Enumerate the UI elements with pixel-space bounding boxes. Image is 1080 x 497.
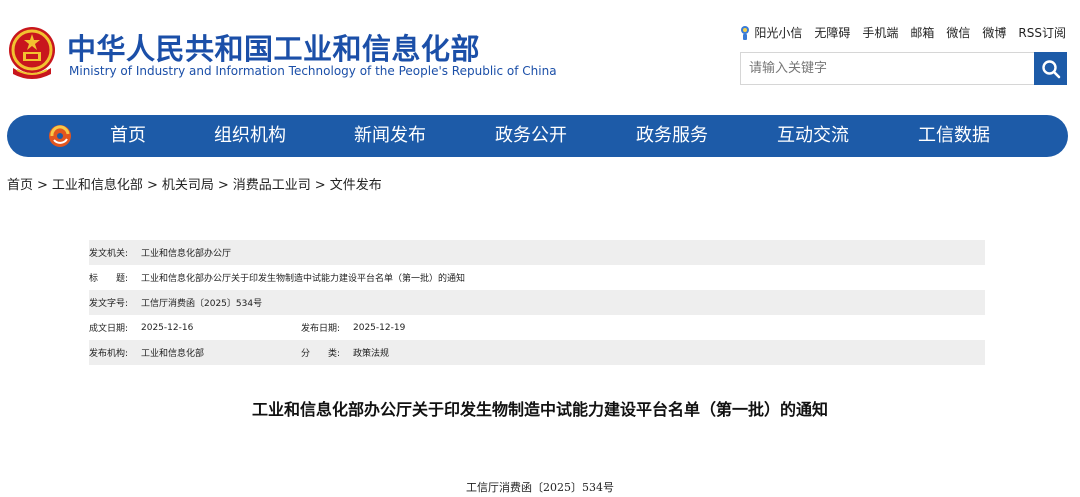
breadcrumb-consumer-goods[interactable]: 消费品工业司 (233, 178, 311, 193)
document-title: 工业和信息化部办公厅关于印发生物制造中试能力建设平台名单（第一批）的通知 (251, 400, 828, 419)
meta-label: 发文机关: (89, 249, 129, 259)
breadcrumb-separator: > (314, 178, 326, 193)
nav-item-interaction[interactable]: 互动交流 (777, 115, 849, 157)
top-link-accessibility[interactable]: 无障碍 (814, 24, 850, 41)
breadcrumb-separator: > (146, 178, 158, 193)
meta-label: 标 题: (89, 274, 129, 284)
mascot-icon (741, 25, 750, 40)
meta-row-issuer: 发文机关: 工业和信息化部办公厅 (89, 240, 985, 265)
meta-row-doc-no: 发文字号: 工信厅消费函〔2025〕534号 (89, 290, 985, 315)
search-input[interactable] (740, 52, 1034, 85)
nav-item-data[interactable]: 工信数据 (918, 115, 990, 157)
breadcrumb: 首页 > 工业和信息化部 > 机关司局 > 消费品工业司 > 文件发布 (7, 174, 382, 193)
breadcrumb-home[interactable]: 首页 (7, 178, 33, 193)
top-link-sunshine[interactable]: 阳光小信 (739, 24, 802, 41)
meta-value-doc-no: 工信厅消费函〔2025〕534号 (141, 299, 263, 309)
top-link-mail[interactable]: 邮箱 (910, 24, 934, 41)
breadcrumb-separator: > (217, 178, 229, 193)
document-meta: 发文机关: 工业和信息化部办公厅 标 题: 工业和信息化部办公厅关于印发生物制造… (89, 240, 985, 365)
meta-row-org: 发布机构: 工业和信息化部 分 类: 政策法规 (89, 340, 985, 365)
meta-label: 发文字号: (89, 299, 129, 309)
top-links: 阳光小信 无障碍 手机端 邮箱 微信 微博 RSS订阅 (739, 24, 1066, 41)
nav-item-organization[interactable]: 组织机构 (214, 115, 286, 157)
meta-value-title: 工业和信息化部办公厅关于印发生物制造中试能力建设平台名单（第一批）的通知 (141, 274, 466, 284)
top-link-label: 阳光小信 (754, 26, 803, 40)
nav-item-news[interactable]: 新闻发布 (354, 115, 426, 157)
nav-item-gov-services[interactable]: 政务服务 (636, 115, 708, 157)
search-icon (1041, 59, 1060, 78)
breadcrumb-departments[interactable]: 机关司局 (162, 178, 214, 193)
breadcrumb-documents[interactable]: 文件发布 (330, 178, 382, 193)
nav-item-home[interactable]: 首页 (110, 115, 146, 157)
top-link-weibo[interactable]: 微博 (982, 24, 1006, 41)
meta-row-title: 标 题: 工业和信息化部办公厅关于印发生物制造中试能力建设平台名单（第一批）的通… (89, 265, 985, 290)
miit-logo-icon[interactable] (47, 123, 73, 149)
meta-value-created: 2025-12-16 (141, 322, 194, 333)
meta-label: 发布日期: (301, 324, 341, 334)
meta-value-org: 工业和信息化部 (141, 349, 205, 359)
main-nav: 首页 组织机构 新闻发布 政务公开 政务服务 互动交流 工信数据 (7, 115, 1068, 157)
breadcrumb-ministry[interactable]: 工业和信息化部 (52, 178, 143, 193)
site-subtitle: Ministry of Industry and Information Tec… (69, 64, 557, 78)
document-number: 工信厅消费函〔2025〕534号 (466, 481, 614, 494)
meta-label: 发布机构: (89, 349, 129, 359)
national-emblem-icon (7, 24, 57, 82)
top-link-mobile[interactable]: 手机端 (862, 24, 898, 41)
meta-label: 分 类: (301, 349, 341, 359)
meta-value-published: 2025-12-19 (353, 322, 406, 333)
breadcrumb-separator: > (37, 178, 48, 193)
meta-value-category: 政策法规 (353, 349, 390, 359)
search-button[interactable] (1034, 52, 1067, 85)
top-link-wechat[interactable]: 微信 (946, 24, 970, 41)
meta-label: 成文日期: (89, 324, 129, 334)
meta-value-issuer: 工业和信息化部办公厅 (141, 249, 232, 259)
search-bar (740, 52, 1067, 85)
top-link-rss[interactable]: RSS订阅 (1018, 24, 1066, 41)
nav-item-gov-affairs[interactable]: 政务公开 (495, 115, 567, 157)
site-title: 中华人民共和国工业和信息化部 (67, 32, 481, 66)
meta-row-dates: 成文日期: 2025-12-16 发布日期: 2025-12-19 (89, 315, 985, 340)
